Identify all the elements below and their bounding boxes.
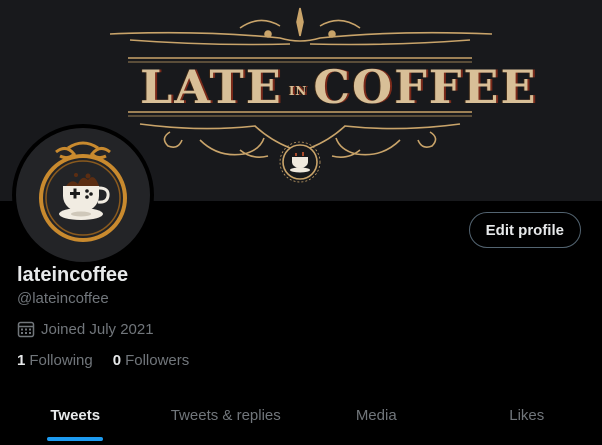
banner-title-word-late: LATE [140,60,283,114]
active-tab-indicator [47,437,104,441]
banner-title-text: LATE IN COFFEE [140,60,536,115]
follow-stats: 1 Following 0 Followers [17,352,189,369]
banner-cup-icon [290,152,310,173]
following-count: 1 [17,352,26,369]
join-date: Joined July 2021 [17,320,154,338]
calendar-icon [17,321,35,338]
tab-tweets[interactable]: Tweets [0,386,151,445]
following-link[interactable]: 1 Following [17,352,93,369]
banner-title-in: IN [288,84,308,98]
tab-label: Media [355,407,397,424]
followers-label: Followers [125,352,190,369]
tab-label: Tweets & replies [170,407,281,424]
followers-count: 0 [112,352,122,369]
tab-label: Tweets [50,407,101,424]
edit-profile-button[interactable]: Edit profile [468,212,581,248]
following-label: Following [29,352,93,369]
tab-media[interactable]: Media [301,386,452,445]
avatar[interactable] [12,124,154,266]
followers-link[interactable]: 0 Followers [113,352,190,369]
tab-label: Likes [509,407,545,424]
join-date-text: Joined July 2021 [41,320,154,338]
coffee-cup-emblem-icon [39,141,127,242]
avatar-image [16,128,150,262]
display-name: lateincoffee [17,264,129,286]
tab-tweets-and-replies[interactable]: Tweets & replies [151,386,302,445]
profile-tabs: Tweets Tweets & replies Media Likes [0,386,602,445]
tab-likes[interactable]: Likes [452,386,602,445]
banner-title-word-coffee: COFFEE [313,60,538,114]
user-handle: @lateincoffee [17,290,109,307]
